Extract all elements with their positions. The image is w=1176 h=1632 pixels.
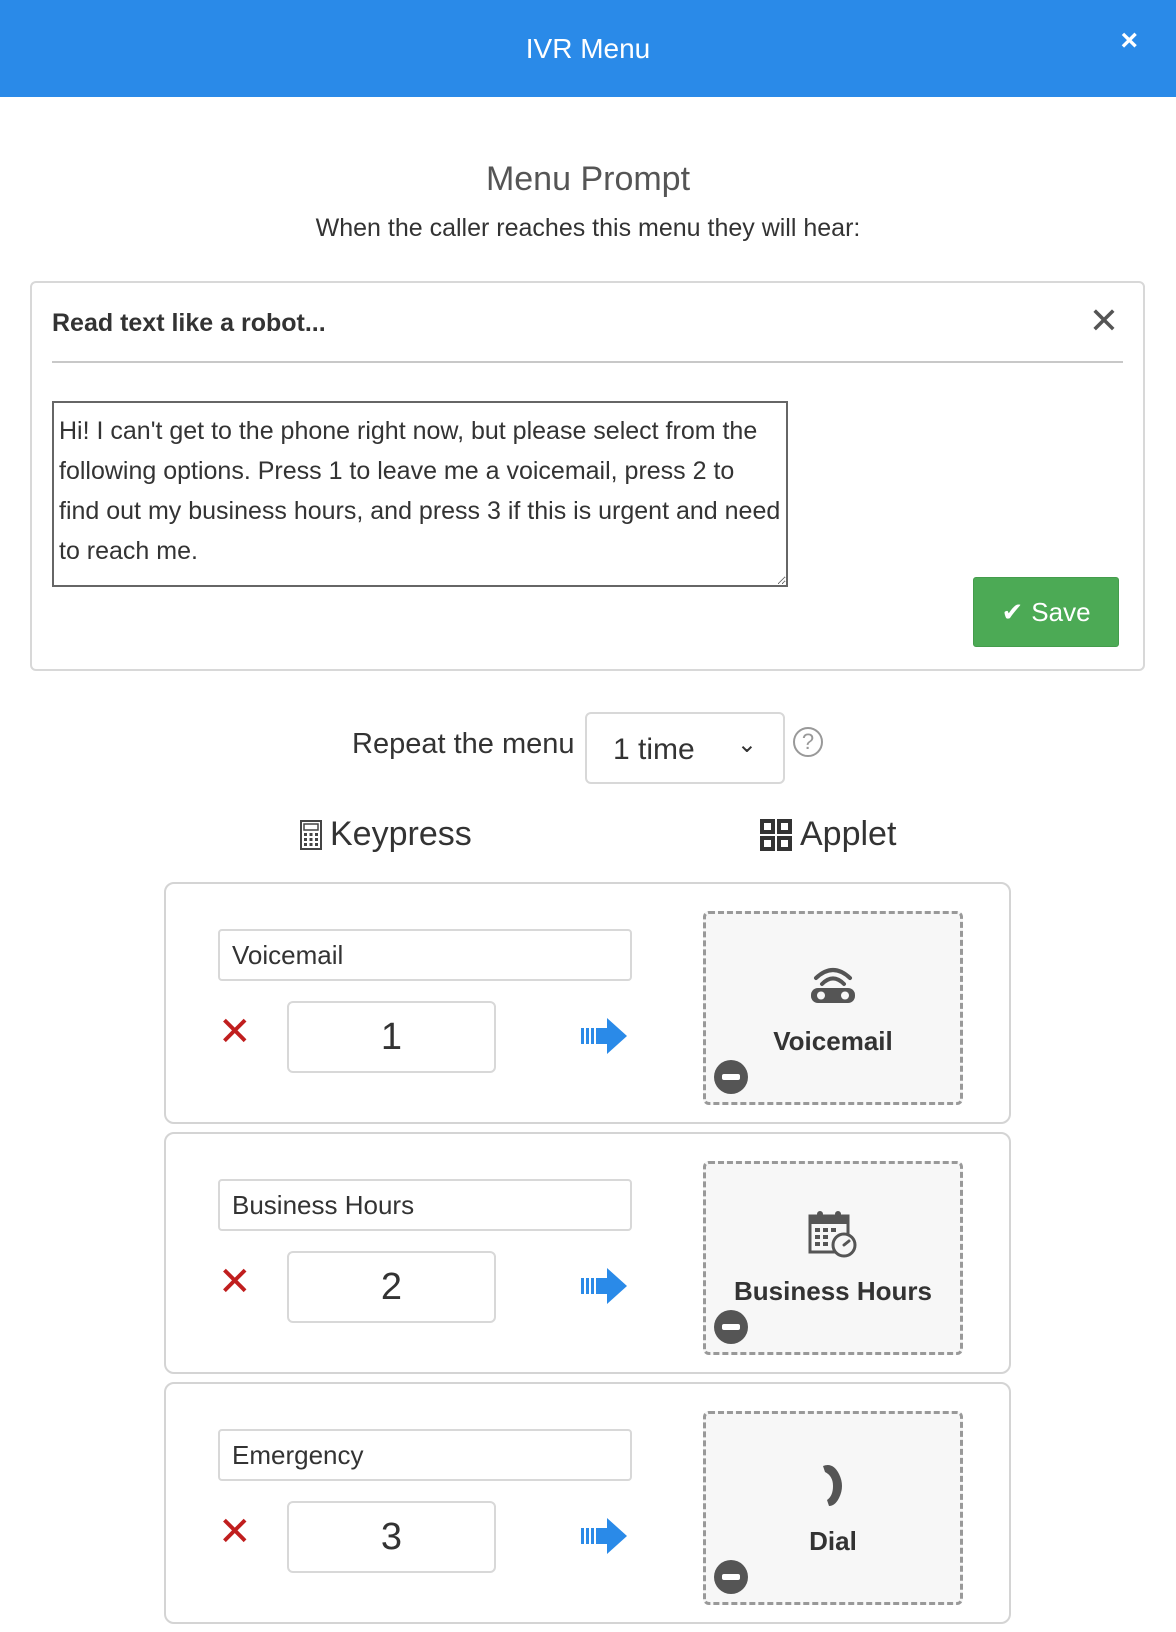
arrow-right-icon <box>581 1268 627 1304</box>
divider <box>52 361 1123 363</box>
keypress-column-header: Keypress <box>300 815 472 854</box>
arrow-right-icon <box>581 1518 627 1554</box>
help-icon[interactable]: ? <box>793 727 823 757</box>
keypress-label: Keypress <box>330 815 472 853</box>
option-name-input[interactable]: Voicemail <box>218 929 632 981</box>
minus-circle-icon[interactable] <box>714 1560 748 1594</box>
repeat-row: Repeat the menu 1 time ⌄ ? <box>0 712 1176 784</box>
save-label: Save <box>1031 596 1091 627</box>
close-icon[interactable]: × <box>1120 26 1138 56</box>
applet-dropzone[interactable]: Business Hours <box>703 1161 963 1355</box>
applet-label: Applet <box>800 815 897 853</box>
option-key-input[interactable]: 1 <box>287 1001 496 1073</box>
applet-name: Dial <box>809 1526 857 1556</box>
prompt-card: Read text like a robot... ✕ Hi! I can't … <box>30 281 1145 671</box>
minus-circle-icon[interactable] <box>714 1060 748 1094</box>
minus-circle-icon[interactable] <box>714 1310 748 1344</box>
voicemail-icon <box>811 968 855 1003</box>
modal-title: IVR Menu <box>525 32 651 64</box>
applet-column-header: Applet <box>760 815 896 854</box>
chevron-down-icon: ⌄ <box>736 731 757 758</box>
menu-option-card: Business Hours ✕ 2 Business Hours <box>164 1132 1011 1374</box>
repeat-select[interactable]: 1 time ⌄ <box>585 712 785 784</box>
prompt-text-input[interactable]: Hi! I can't get to the phone right now, … <box>52 401 788 587</box>
arrow-right-icon <box>581 1018 627 1054</box>
repeat-select-value: 1 time <box>613 733 695 766</box>
menu-prompt-subtitle: When the caller reaches this menu they w… <box>315 214 861 242</box>
remove-option-icon[interactable]: ✕ <box>218 1512 252 1552</box>
option-name-input[interactable]: Emergency <box>218 1429 632 1481</box>
save-button[interactable]: ✔ Save <box>973 577 1119 647</box>
check-icon: ✔ <box>1001 596 1024 627</box>
option-name-input[interactable]: Business Hours <box>218 1179 632 1231</box>
phone-icon <box>823 1465 842 1506</box>
grid-icon <box>760 818 792 851</box>
calendar-clock-icon <box>808 1211 857 1258</box>
prompt-type-title: Read text like a robot... <box>52 309 326 337</box>
modal-header: IVR Menu × <box>0 0 1176 97</box>
applet-name: Business Hours <box>734 1276 932 1306</box>
repeat-label: Repeat the menu <box>352 728 575 760</box>
applet-name: Voicemail <box>773 1026 893 1056</box>
close-prompt-icon[interactable]: ✕ <box>1089 303 1119 339</box>
applet-dropzone[interactable]: Dial <box>703 1411 963 1605</box>
menu-option-card: Voicemail ✕ 1 Voicemail <box>164 882 1011 1124</box>
calculator-icon <box>300 819 322 850</box>
remove-option-icon[interactable]: ✕ <box>218 1012 252 1052</box>
menu-option-card: Emergency ✕ 3 Dial <box>164 1382 1011 1624</box>
applet-dropzone[interactable]: Voicemail <box>703 911 963 1105</box>
option-key-input[interactable]: 2 <box>287 1251 496 1323</box>
option-key-input[interactable]: 3 <box>287 1501 496 1573</box>
menu-prompt-title: Menu Prompt <box>485 160 691 198</box>
remove-option-icon[interactable]: ✕ <box>218 1262 252 1302</box>
